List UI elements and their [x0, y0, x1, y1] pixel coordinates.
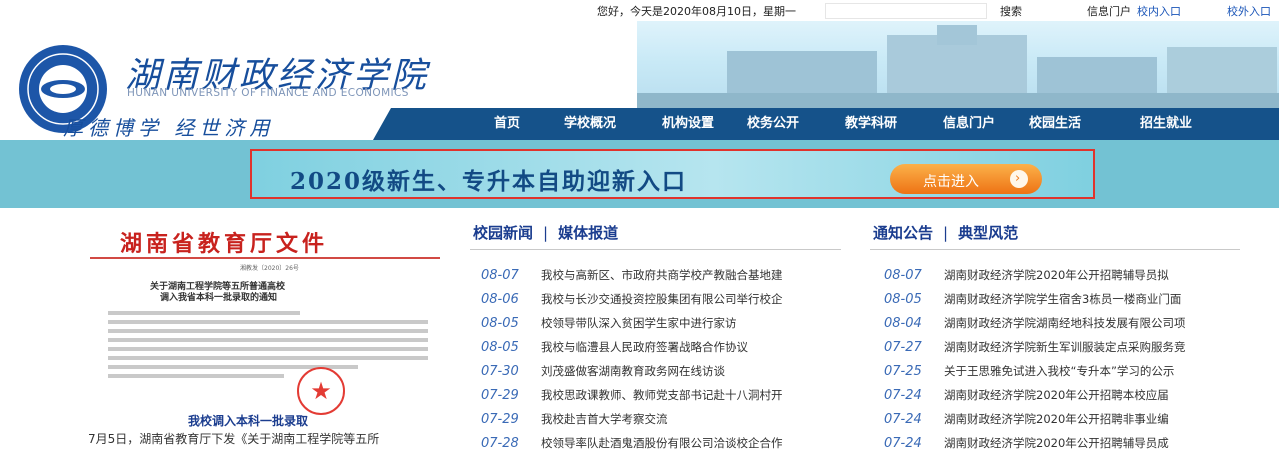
notice-tabs: 通知公告 | 典型风范	[873, 222, 1018, 243]
nav-teaching-research[interactable]: 教学科研	[845, 108, 943, 140]
banner-title: 2020级新生、专升本自助迎新入口	[290, 168, 688, 195]
nav-admission-employment[interactable]: 招生就业	[1140, 108, 1220, 140]
top-bar: 您好，今天是2020年08月10日，星期一 搜索 信息门户 校内入口 校外入口	[0, 0, 1279, 21]
list-item[interactable]: 07-30 刘茂盛做客湖南教育政务网在线访谈	[481, 360, 839, 384]
list-item[interactable]: 08-07 湖南财政经济学院2020年公开招聘辅导员拟	[884, 264, 1236, 288]
enter-button-label: 点击进入	[923, 174, 979, 190]
list-item[interactable]: 07-24 湖南财政经济学院2020年公开招聘本校应届	[884, 384, 1236, 408]
portal-inside-link[interactable]: 校内入口	[1137, 3, 1181, 19]
nav-info-portal[interactable]: 信息门户	[943, 108, 1029, 140]
list-item[interactable]: 07-29 我校赴吉首大学考察交流	[481, 408, 839, 432]
tab-separator: |	[543, 224, 549, 242]
search-button[interactable]: 搜索	[1000, 3, 1022, 19]
main-nav: 首页 学校概况 机构设置 校务公开 教学科研 信息门户 校园生活 招生就业	[494, 108, 1220, 140]
list-item[interactable]: 07-28 校领导率队赴酒鬼酒股份有限公司洽谈校企合作	[481, 432, 839, 456]
tab-separator: |	[943, 224, 949, 242]
enter-button[interactable]: 点击进入 ›	[890, 164, 1042, 194]
list-item[interactable]: 08-05 我校与临澧县人民政府签署战略合作协议	[481, 336, 839, 360]
divider	[470, 249, 841, 250]
featured-news-summary: 7月5日，湖南省教育厅下发《关于湖南工程学院等五所	[88, 432, 380, 446]
nav-public-affairs[interactable]: 校务公开	[747, 108, 845, 140]
tab-notices[interactable]: 通知公告	[873, 224, 933, 242]
school-motto: 厚德博学 经世济用	[63, 116, 275, 140]
list-item[interactable]: 07-25 关于王思雅免试进入我校“专升本”学习的公示	[884, 360, 1236, 384]
info-portal-label: 信息门户	[1087, 5, 1131, 18]
divider	[870, 249, 1240, 250]
doc-subtitle-2: 调入我省本科一批录取的通知	[160, 293, 278, 303]
doc-body-text	[108, 306, 428, 383]
doc-header-title: 湖南省教育厅文件	[120, 231, 329, 257]
news-tabs: 校园新闻 | 媒体报道	[473, 222, 618, 243]
official-seal-icon: ★	[297, 367, 345, 415]
news-list: 08-07 我校与高新区、市政府共商学校产教融合基地建 08-06 我校与长沙交通投…	[481, 264, 839, 456]
list-item[interactable]: 07-24 湖南财政经济学院2020年公开招聘非事业编	[884, 408, 1236, 432]
search-input[interactable]	[825, 3, 987, 19]
list-item[interactable]: 07-29 我校思政课教师、教师党支部书记赴十八洞村开	[481, 384, 839, 408]
list-item[interactable]: 08-04 湖南财政经济学院湖南经地科技发展有限公司项	[884, 312, 1236, 336]
tab-campus-news[interactable]: 校园新闻	[473, 224, 533, 242]
list-item[interactable]: 08-05 校领导带队深入贫困学生家中进行家访	[481, 312, 839, 336]
list-item[interactable]: 07-24 湖南财政经济学院2020年公开招聘辅导员成	[884, 432, 1236, 456]
list-item[interactable]: 07-27 湖南财政经济学院新生军训服装定点采购服务竞	[884, 336, 1236, 360]
tab-media-reports[interactable]: 媒体报道	[558, 224, 618, 242]
campus-image	[637, 21, 1279, 113]
nav-about[interactable]: 学校概况	[564, 108, 662, 140]
nav-campus-life[interactable]: 校园生活	[1029, 108, 1140, 140]
nav-organization[interactable]: 机构设置	[662, 108, 747, 140]
tab-role-models[interactable]: 典型风范	[958, 224, 1018, 242]
chevron-right-icon: ›	[1010, 170, 1028, 188]
doc-number: 湘教发〔2020〕26号	[240, 265, 299, 272]
featured-news-title[interactable]: 我校调入本科一批录取	[188, 412, 308, 429]
nav-home[interactable]: 首页	[494, 108, 564, 140]
list-item[interactable]: 08-05 湖南财政经济学院学生宿舍3栋员一楼商业门面	[884, 288, 1236, 312]
portal-outside-link[interactable]: 校外入口	[1227, 3, 1271, 19]
doc-red-rule	[90, 257, 440, 259]
notice-list: 08-07 湖南财政经济学院2020年公开招聘辅导员拟 08-05 湖南财政经济学院…	[884, 264, 1236, 456]
school-name-english: HUNAN UNIVERSITY OF FINANCE AND ECONOMIC…	[127, 87, 409, 99]
list-item[interactable]: 08-06 我校与长沙交通投资控股集团有限公司举行校企	[481, 288, 839, 312]
date-greeting: 您好，今天是2020年08月10日，星期一	[597, 5, 796, 18]
list-item[interactable]: 08-07 我校与高新区、市政府共商学校产教融合基地建	[481, 264, 839, 288]
